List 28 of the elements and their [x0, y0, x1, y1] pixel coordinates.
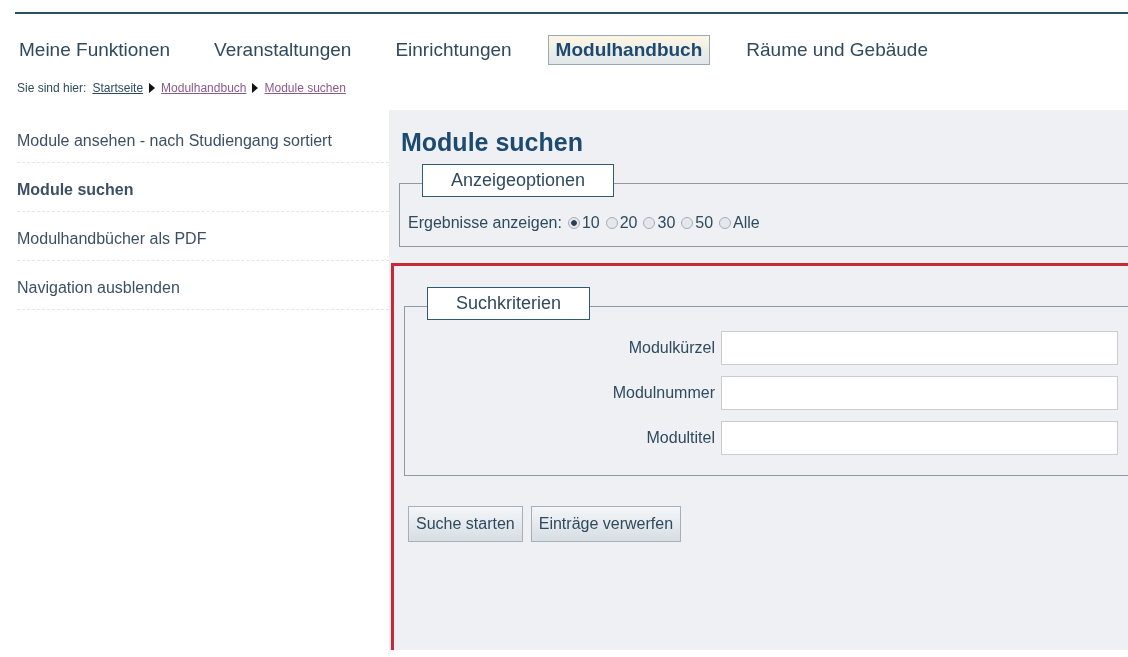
radio-option[interactable]: 10 [567, 214, 600, 232]
radio-option[interactable]: 50 [681, 214, 714, 232]
radio-option[interactable]: 30 [643, 214, 676, 232]
form-button[interactable]: Suche starten [408, 506, 523, 542]
input-field[interactable] [721, 421, 1118, 455]
field-label: Modulnummer [611, 384, 715, 402]
triangle-right-icon [252, 83, 259, 93]
breadcrumb-link[interactable]: Module suchen [264, 81, 346, 95]
results-label: Ergebnisse anzeigen: [408, 214, 562, 232]
panel-legend: Suchkriterien [427, 287, 591, 320]
breadcrumb-label: Sie sind hier: [17, 81, 87, 95]
field-label: Modultitel [645, 429, 715, 447]
form-button[interactable]: Einträge verwerfen [530, 506, 682, 542]
field-label: Modulkürzel [627, 339, 715, 357]
nav-tab[interactable]: Einrichtungen [387, 35, 520, 65]
radio-option[interactable]: 20 [605, 214, 638, 232]
radio-option[interactable]: Alle [719, 214, 760, 232]
input-field[interactable] [721, 331, 1118, 365]
page-title: Module suchen [401, 128, 584, 157]
breadcrumb-link[interactable]: Modulhandbuch [161, 81, 247, 95]
nav-tab[interactable]: Veranstaltungen [206, 35, 360, 65]
nav-tab[interactable]: Räume und Gebäude [738, 35, 936, 65]
triangle-right-icon [149, 83, 156, 93]
nav-tab[interactable]: Meine Funktionen [18, 35, 179, 65]
nav-tab[interactable]: Modulhandbuch [547, 35, 711, 65]
input-field[interactable] [721, 376, 1118, 410]
panel-legend: Anzeigeoptionen [422, 164, 615, 197]
breadcrumb-link[interactable]: Startseite [92, 81, 144, 95]
